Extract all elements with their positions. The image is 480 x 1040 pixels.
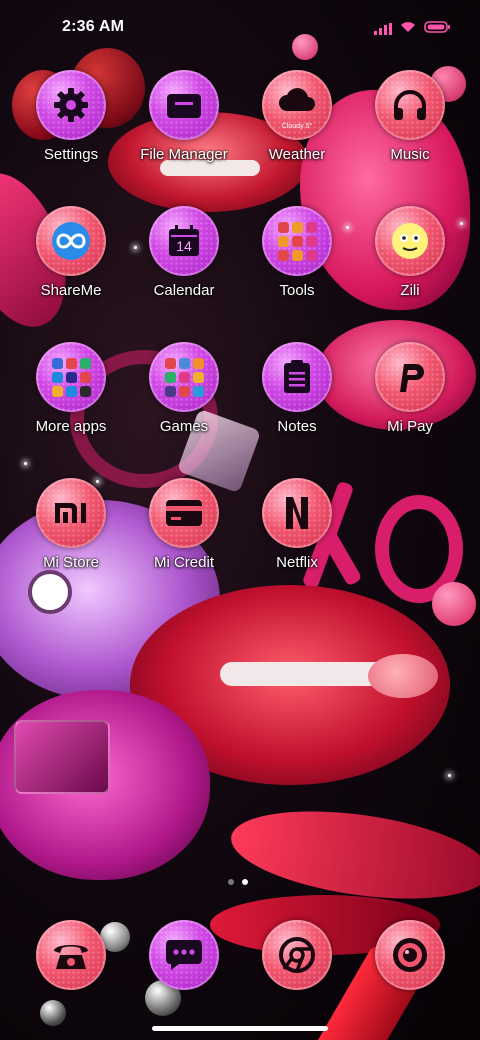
app-icon [149, 342, 219, 412]
mipay-icon [400, 364, 424, 392]
notes-icon [284, 360, 310, 393]
app-label: ShareMe [40, 282, 102, 299]
folder-more-apps[interactable]: More apps [16, 342, 126, 435]
app-icon [36, 478, 106, 548]
tongue-decoration [368, 654, 438, 698]
app-icon [262, 206, 332, 276]
cloud-icon [279, 88, 315, 111]
app-label: Mi Credit [153, 554, 214, 571]
status-icons [374, 20, 450, 38]
gear-icon [54, 88, 88, 122]
page-dot-active[interactable] [242, 879, 248, 885]
status-bar: 2:36 AM [0, 0, 480, 56]
app-label: Calendar [153, 282, 215, 299]
app-label: Zili [400, 282, 420, 299]
card-icon [166, 500, 202, 526]
app-settings[interactable]: Settings [16, 70, 126, 163]
app-weather[interactable]: Cloudy 5° Weather [242, 70, 352, 163]
page-indicator [228, 879, 248, 885]
chat-bubble-icon [166, 940, 202, 970]
app-label: Games [159, 418, 209, 435]
app-label: Settings [43, 146, 99, 163]
mi-logo-icon [55, 503, 86, 523]
app-label: More apps [35, 418, 107, 435]
app-label: File Manager [140, 146, 228, 163]
netflix-icon [286, 497, 308, 529]
dock-phone[interactable] [16, 920, 126, 990]
clock-time: 2:36 AM [62, 18, 125, 35]
app-mi-store[interactable]: Mi Store [16, 478, 126, 571]
weather-caption: Cloudy 5° [281, 123, 313, 130]
app-icon [375, 70, 445, 140]
app-icon [375, 342, 445, 412]
page-dot[interactable] [228, 879, 234, 885]
folder-icon [167, 94, 201, 118]
headphones-icon [394, 90, 426, 120]
app-label: Music [390, 146, 430, 163]
app-label: Notes [277, 418, 317, 435]
app-mi-credit[interactable]: Mi Credit [129, 478, 239, 571]
dock-messaging[interactable] [129, 920, 239, 990]
folder-tools[interactable]: Tools [242, 206, 352, 299]
app-icon: Cloudy 5° [262, 70, 332, 140]
dock-chrome[interactable] [242, 920, 352, 990]
app-icon [149, 920, 219, 990]
lips-teeth-decoration [220, 662, 390, 686]
gesture-navigation-bar[interactable] [152, 1026, 328, 1031]
folder-grid-icon [51, 357, 91, 397]
app-mi-pay[interactable]: Mi Pay [355, 342, 465, 435]
polish-bottle-decoration [14, 720, 110, 794]
app-label: Mi Pay [387, 418, 433, 435]
app-icon [36, 206, 106, 276]
app-icon [375, 920, 445, 990]
lollipop-decoration [432, 582, 476, 626]
app-notes[interactable]: Notes [242, 342, 352, 435]
infinity-icon [52, 222, 90, 260]
app-label: Weather [268, 146, 326, 163]
zili-face-icon [392, 223, 428, 259]
wifi-icon [400, 20, 416, 38]
app-zili[interactable]: Zili [355, 206, 465, 299]
app-calendar[interactable]: 14 Calendar [129, 206, 239, 299]
pearl-decoration [40, 1000, 66, 1026]
app-shareme[interactable]: ShareMe [16, 206, 126, 299]
folder-grid-icon [277, 221, 317, 261]
app-label: Tools [279, 282, 315, 299]
app-netflix[interactable]: Netflix [242, 478, 352, 571]
app-file-manager[interactable]: File Manager [129, 70, 239, 163]
app-icon [262, 920, 332, 990]
chrome-icon [279, 937, 315, 973]
sparkle-decoration [24, 462, 27, 465]
folder-games[interactable]: Games [129, 342, 239, 435]
app-music[interactable]: Music [355, 70, 465, 163]
app-label: Mi Store [43, 554, 99, 571]
folder-grid-icon [164, 357, 204, 397]
app-icon [262, 478, 332, 548]
app-icon [36, 920, 106, 990]
sparkle-decoration [448, 774, 451, 777]
app-icon [149, 478, 219, 548]
app-label: Netflix [276, 554, 318, 571]
app-icon [36, 70, 106, 140]
app-icon: 14 [149, 206, 219, 276]
app-icon [262, 342, 332, 412]
app-icon [375, 206, 445, 276]
bottle-cap-decoration [28, 570, 72, 614]
battery-icon [424, 20, 450, 38]
telephone-icon [54, 945, 88, 969]
calendar-day: 14 [176, 238, 192, 254]
app-icon [36, 342, 106, 412]
app-icon [149, 70, 219, 140]
signal-icon [374, 23, 392, 35]
dock-camera[interactable] [355, 920, 465, 990]
camera-lens-icon [393, 938, 427, 972]
